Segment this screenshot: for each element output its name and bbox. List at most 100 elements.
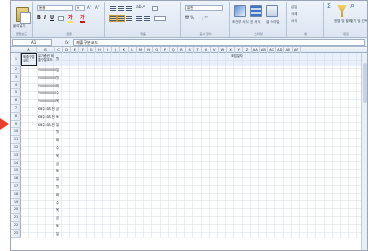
row-header-21[interactable]: 21 (11, 214, 21, 222)
formula-input[interactable]: 제출구분코드 (73, 39, 365, 46)
fill-color-button[interactable]: 가 (68, 15, 73, 23)
insert-cells-button[interactable]: 삽입 (291, 5, 297, 9)
font-size-select[interactable]: 9 (75, 5, 85, 11)
cell-c7[interactable]: 금 (56, 107, 59, 111)
wrap-text-icon[interactable] (152, 6, 158, 11)
cell-c11[interactable]: 화 (56, 138, 59, 142)
editing-group: Σ ⌕ 정렬 및 필터 찾기 및 선택 편집 (325, 2, 367, 37)
row-header-18[interactable]: 18 (11, 191, 21, 199)
format-table-icon[interactable] (250, 5, 262, 17)
cell-c5[interactable]: 수 (56, 91, 59, 95)
cell-c12[interactable]: 수 (56, 146, 59, 150)
cell-c3[interactable]: 월 (56, 76, 59, 80)
cell-b1[interactable]: 유가증권 제출구분코드 (38, 54, 54, 62)
row-header-5[interactable]: 5 (11, 89, 21, 98)
row-header-3[interactable]: 3 (11, 74, 21, 82)
sort-filter-icon[interactable] (337, 5, 347, 17)
cell-c8[interactable]: 토 (56, 115, 59, 119)
scrollbar-thumb[interactable] (363, 63, 367, 103)
paste-button[interactable]: 붙여넣기 (12, 3, 31, 30)
italic-button[interactable]: I (44, 15, 46, 21)
worksheet-grid[interactable]: A B C D E F G H I J K L M N O P Q R S T U V W X Y Z AA AB AC AD AE AF 1… (11, 47, 367, 250)
number-format-select[interactable]: 일반 (185, 5, 223, 11)
row-header-14[interactable]: 14 (11, 160, 21, 168)
cell-c15[interactable]: 토 (56, 169, 59, 173)
align-right-icon[interactable] (126, 16, 132, 21)
align-center-icon[interactable] (117, 15, 125, 22)
cell-c19[interactable]: 수 (56, 201, 59, 205)
grow-font-icon[interactable]: A˄ (87, 6, 92, 10)
cell-c18[interactable]: 화 (56, 193, 59, 197)
cell-b3[interactable]: Y00000000 (38, 76, 56, 80)
cell-c1[interactable]: 월 (56, 57, 59, 61)
row-header-23[interactable]: 23 (11, 230, 21, 238)
conditional-format-icon[interactable] (234, 5, 246, 17)
paste-icon (16, 7, 31, 24)
row-header-9[interactable]: 9 (11, 121, 21, 129)
cell-b6[interactable]: Y00000000 (38, 99, 56, 103)
cell-b5[interactable]: Y00000000 (38, 91, 56, 95)
cell-styles-icon[interactable] (266, 5, 278, 17)
increase-indent-icon[interactable] (144, 16, 150, 21)
cell-c10[interactable]: 월 (56, 130, 59, 134)
row-header-1[interactable]: 1 (11, 53, 21, 66)
cell-c23[interactable]: 일 (56, 232, 59, 236)
row-header-2[interactable]: 2 (11, 66, 21, 74)
decrease-indent-icon[interactable] (136, 16, 142, 21)
name-box[interactable]: A1 (12, 39, 52, 46)
merge-center-icon[interactable] (154, 16, 166, 21)
cell-c17[interactable]: 월 (56, 185, 59, 189)
comma-icon[interactable]: , ⁰⁰ (202, 16, 208, 20)
underline-button[interactable]: U (50, 15, 54, 21)
fx-icon[interactable]: fx (65, 39, 69, 46)
cells-area[interactable] (21, 53, 367, 238)
autosum-icon[interactable]: Σ (327, 4, 331, 10)
align-middle-icon[interactable] (118, 6, 124, 11)
vertical-scrollbar[interactable] (361, 53, 367, 250)
align-bottom-icon[interactable] (126, 6, 132, 11)
row-header-16[interactable]: 16 (11, 175, 21, 183)
row-header-8[interactable]: 8 (11, 113, 21, 121)
row-header-17[interactable]: 17 (11, 183, 21, 191)
cell-c9[interactable]: 일 (56, 123, 59, 127)
cell-c16[interactable]: 일 (56, 177, 59, 181)
row-header-11[interactable]: 11 (11, 136, 21, 144)
cell-b8[interactable]: KB주-SB-전 (38, 115, 55, 119)
cell-c2[interactable]: 일 (56, 68, 59, 72)
border-icon[interactable] (58, 16, 64, 21)
align-left-icon[interactable] (109, 15, 117, 22)
cell-c6[interactable]: 목 (56, 99, 59, 103)
row-header-22[interactable]: 22 (11, 222, 21, 230)
delete-cells-button[interactable]: 삭제 (291, 12, 297, 16)
row-header-15[interactable]: 15 (11, 167, 21, 176)
cell-c4[interactable]: 화 (56, 84, 59, 88)
row-header-4[interactable]: 4 (11, 82, 21, 90)
row-header-12[interactable]: 12 (11, 144, 21, 152)
currency-icon[interactable]: ₩ % (185, 16, 194, 20)
row-header-7[interactable]: 7 (11, 105, 21, 113)
cell-c14[interactable]: 금 (56, 162, 59, 166)
cell-c22[interactable]: 토 (56, 224, 59, 228)
cell-b2[interactable]: Y00000000 (38, 68, 56, 72)
number-group: 일반 ₩ % , ⁰⁰ 표시 형식 (182, 2, 230, 37)
cell-b7[interactable]: KB주-SB-전 (38, 107, 55, 111)
cell-c20[interactable]: 목 (56, 208, 59, 212)
shrink-font-icon[interactable]: A˅ (95, 6, 100, 10)
cell-b4[interactable]: Y00000000 (38, 84, 56, 88)
row-header-6[interactable]: 6 (11, 97, 21, 105)
cell-c13[interactable]: 목 (56, 154, 59, 158)
bold-button[interactable]: B (37, 15, 41, 21)
row-header-20[interactable]: 20 (11, 206, 21, 215)
find-select-icon[interactable]: ⌕ (350, 2, 355, 11)
row-header-10[interactable]: 10 (11, 128, 21, 137)
font-name-select[interactable]: 돋움 (37, 5, 73, 11)
number-group-label: 표시 형식 (199, 32, 212, 36)
row-header-13[interactable]: 13 (11, 152, 21, 160)
font-color-button[interactable]: 가 (80, 15, 85, 23)
align-top-icon[interactable] (110, 6, 116, 11)
row-header-19[interactable]: 19 (11, 199, 21, 207)
cell-b9[interactable]: KB주-SB-전 (38, 123, 55, 127)
orientation-icon[interactable]: ab↗ (136, 5, 145, 10)
cell-c21[interactable]: 금 (56, 216, 59, 220)
format-cells-button[interactable]: 서식 (291, 19, 297, 23)
